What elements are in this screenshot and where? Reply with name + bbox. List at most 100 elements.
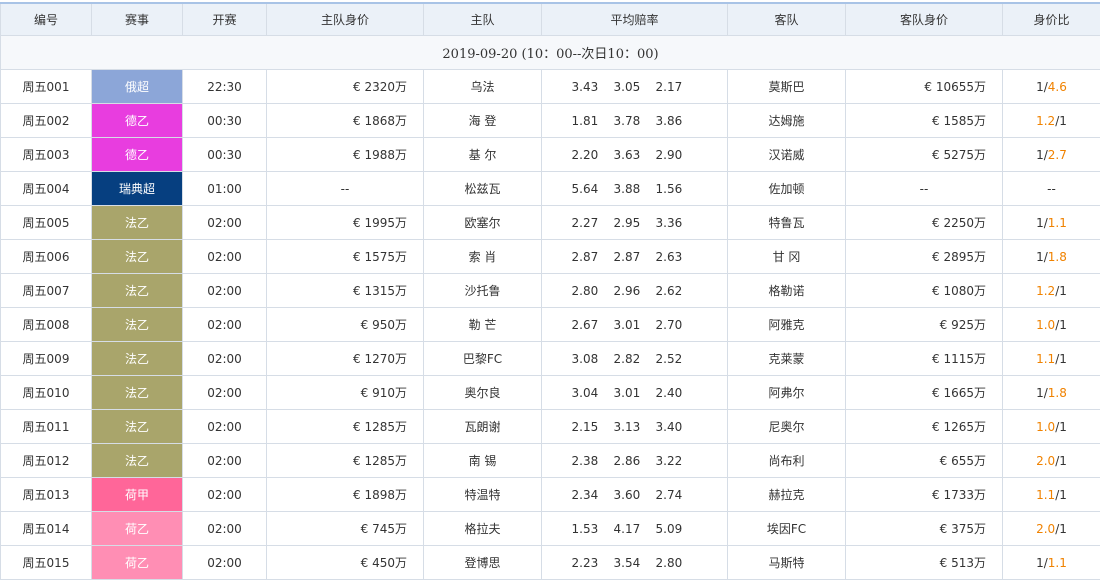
league-badge[interactable]: 荷乙 <box>91 545 183 580</box>
table-row[interactable]: 周五012 法乙 02:00 € 1285万南 锡 2.38 2.86 3.22 尚布利 € 6… <box>0 443 1100 478</box>
odds-win: 2.87 <box>571 249 599 264</box>
home-team-link[interactable]: 勒 芒 <box>423 307 542 342</box>
value-ratio-part: /1 <box>1055 521 1067 536</box>
table-row[interactable]: 周五013 荷甲 02:00 € 1898万 特温特 2.34 3.60 2.74 赫拉克 € 1… <box>0 477 1100 512</box>
home-team-link[interactable]: 索 肖 <box>423 239 542 274</box>
home-team-link[interactable]: 南 锡 <box>423 443 542 478</box>
away-team-link[interactable]: 阿弗尔 <box>727 375 846 410</box>
league-badge[interactable]: 法乙 <box>91 341 183 376</box>
home-team-link[interactable]: 基 尔 <box>423 137 542 172</box>
match-id: 周五009 <box>0 341 92 376</box>
table-row[interactable]: 周五005 法乙 02:00 € 1995万 欧塞尔 2.27 2.95 3.36 特鲁瓦 € 2… <box>0 205 1100 240</box>
league-badge[interactable]: 法乙 <box>91 307 183 342</box>
table-row[interactable]: 周五004 瑞典超 01:00 -- 松兹瓦 5.64 3.88 1.56 佐加顿 -- -- <box>0 171 1100 206</box>
odds-win: 3.04 <box>571 385 599 400</box>
table-row[interactable]: 周五001 俄超 22:30 € 2320万 乌法 3.43 3.05 2.17 莫斯巴 € 10… <box>0 69 1100 104</box>
league-badge[interactable]: 荷甲 <box>91 477 183 512</box>
table-row[interactable]: 周五006 法乙 02:00 € 1575万索 肖 2.87 2.87 2.63 甘 冈 € 2… <box>0 239 1100 274</box>
league-badge[interactable]: 法乙 <box>91 239 183 274</box>
home-team-value: € 745万 <box>266 511 424 546</box>
home-team-value: € 1995万 <box>266 205 424 240</box>
value-ratio-part: 4.6 <box>1047 79 1067 94</box>
odds-win: 3.08 <box>571 351 599 366</box>
odds-lose: 2.63 <box>655 249 683 264</box>
league-badge[interactable]: 法乙 <box>91 205 183 240</box>
away-team-value: € 1080万 <box>845 273 1003 308</box>
away-team-link[interactable]: 达姆施 <box>727 103 846 138</box>
match-id: 周五004 <box>0 171 92 206</box>
away-team-link[interactable]: 尼奥尔 <box>727 409 846 444</box>
league-badge[interactable]: 俄超 <box>91 69 183 104</box>
home-team-link[interactable]: 特温特 <box>423 477 542 512</box>
odds-draw: 3.05 <box>613 79 641 94</box>
table-row[interactable]: 周五007 法乙 02:00 € 1315万 沙托鲁 2.80 2.96 2.62 格勒诺 € 1… <box>0 273 1100 308</box>
table-row[interactable]: 周五014 荷乙 02:00 € 745万 格拉夫 1.53 4.17 5.09 埃因FC € 3… <box>0 511 1100 546</box>
home-team-link[interactable]: 海 登 <box>423 103 542 138</box>
value-ratio: 1/4.6 <box>1002 69 1100 104</box>
odds-win: 2.23 <box>571 555 599 570</box>
kickoff-time: 02:00 <box>182 477 267 512</box>
value-ratio-part: 2.0 <box>1036 521 1056 536</box>
league-badge[interactable]: 法乙 <box>91 409 183 444</box>
away-team-link[interactable]: 克莱蒙 <box>727 341 846 376</box>
league-badge[interactable]: 德乙 <box>91 137 183 172</box>
value-ratio: 1.2/1 <box>1002 273 1100 308</box>
table-row[interactable]: 周五008 法乙 02:00 € 950万勒 芒 2.67 3.01 2.70 阿雅克 € 92… <box>0 307 1100 342</box>
odds-win: 1.81 <box>571 113 599 128</box>
table-row[interactable]: 周五011 法乙 02:00 € 1285万 瓦朗谢 2.15 3.13 3.40 尼奥尔 € 1… <box>0 409 1100 444</box>
away-team-link[interactable]: 埃因FC <box>727 511 846 546</box>
kickoff-time: 02:00 <box>182 273 267 308</box>
home-team-link[interactable]: 登博思 <box>423 545 542 580</box>
kickoff-time: 02:00 <box>182 239 267 274</box>
match-id: 周五008 <box>0 307 92 342</box>
value-ratio-part: 1.1 <box>1036 351 1056 366</box>
away-team-link[interactable]: 格勒诺 <box>727 273 846 308</box>
away-team-link[interactable]: 汉诺威 <box>727 137 846 172</box>
table-row[interactable]: 周五010 法乙 02:00 € 910万 奥尔良 3.04 3.01 2.40 阿弗尔 € 16… <box>0 375 1100 410</box>
odds-win: 2.20 <box>571 147 599 162</box>
odds-draw: 2.95 <box>613 215 641 230</box>
home-team-link[interactable]: 松兹瓦 <box>423 171 542 206</box>
value-ratio-part: /1 <box>1055 317 1067 332</box>
odds-lose: 3.40 <box>655 419 683 434</box>
match-id: 周五012 <box>0 443 92 478</box>
kickoff-time: 02:00 <box>182 409 267 444</box>
league-badge[interactable]: 法乙 <box>91 443 183 478</box>
home-team-link[interactable]: 瓦朗谢 <box>423 409 542 444</box>
table-row[interactable]: 周五002 德乙 00:30 € 1868万海 登 1.81 3.78 3.86 达姆施 € 1… <box>0 103 1100 138</box>
table-row[interactable]: 周五015 荷乙 02:00 € 450万 登博思 2.23 3.54 2.80 马斯特 € 51… <box>0 545 1100 580</box>
league-badge[interactable]: 荷乙 <box>91 511 183 546</box>
value-ratio-part: 1.2 <box>1036 113 1056 128</box>
home-team-link[interactable]: 乌法 <box>423 69 542 104</box>
away-team-link[interactable]: 阿雅克 <box>727 307 846 342</box>
away-team-link[interactable]: 尚布利 <box>727 443 846 478</box>
league-badge[interactable]: 德乙 <box>91 103 183 138</box>
home-team-link[interactable]: 格拉夫 <box>423 511 542 546</box>
league-badge[interactable]: 法乙 <box>91 375 183 410</box>
value-ratio-part: 1.2 <box>1036 283 1056 298</box>
header-avg-odds: 平均赔率 <box>541 2 728 36</box>
value-ratio: 1/1.1 <box>1002 545 1100 580</box>
kickoff-time: 02:00 <box>182 443 267 478</box>
away-team-link[interactable]: 莫斯巴 <box>727 69 846 104</box>
away-team-link[interactable]: 赫拉克 <box>727 477 846 512</box>
home-team-link[interactable]: 欧塞尔 <box>423 205 542 240</box>
table-row[interactable]: 周五003 德乙 00:30 € 1988万基 尔 2.20 3.63 2.90 汉诺威 € 5… <box>0 137 1100 172</box>
home-team-link[interactable]: 沙托鲁 <box>423 273 542 308</box>
away-team-value: € 10655万 <box>845 69 1003 104</box>
odds-draw: 3.88 <box>613 181 641 196</box>
away-team-link[interactable]: 甘 冈 <box>727 239 846 274</box>
away-team-link[interactable]: 特鲁瓦 <box>727 205 846 240</box>
odds-lose: 2.40 <box>655 385 683 400</box>
league-badge[interactable]: 法乙 <box>91 273 183 308</box>
away-team-link[interactable]: 马斯特 <box>727 545 846 580</box>
league-badge[interactable]: 瑞典超 <box>91 171 183 206</box>
home-team-link[interactable]: 巴黎FC <box>423 341 542 376</box>
kickoff-time: 22:30 <box>182 69 267 104</box>
away-team-value: € 1585万 <box>845 103 1003 138</box>
value-ratio-part: 1.8 <box>1047 385 1067 400</box>
match-id: 周五010 <box>0 375 92 410</box>
table-row[interactable]: 周五009 法乙 02:00 € 1270万 巴黎FC 3.08 2.82 2.52 克莱蒙 € … <box>0 341 1100 376</box>
home-team-link[interactable]: 奥尔良 <box>423 375 542 410</box>
away-team-link[interactable]: 佐加顿 <box>727 171 846 206</box>
